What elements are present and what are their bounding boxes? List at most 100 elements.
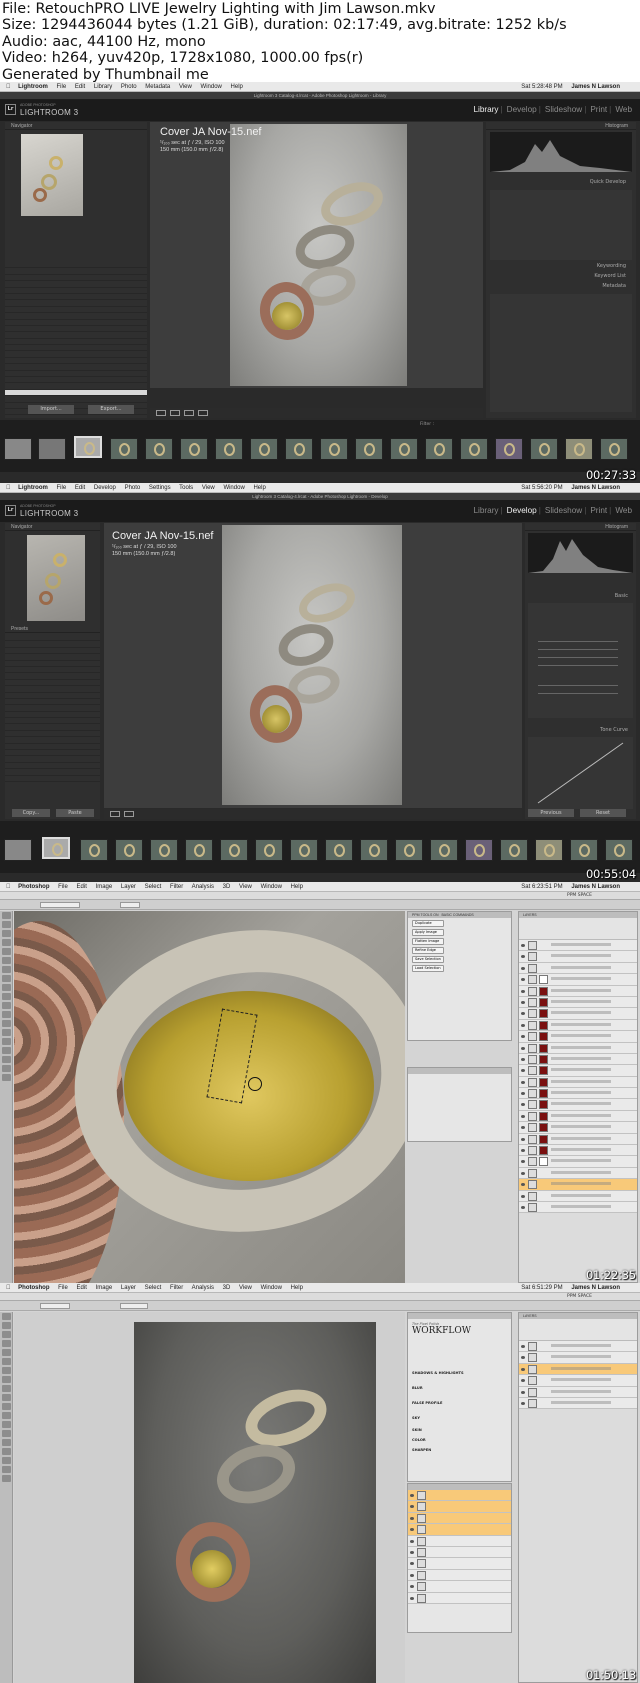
- channel-row[interactable]: [408, 1558, 511, 1570]
- menu-image[interactable]: Image: [96, 1285, 113, 1291]
- layer-row[interactable]: [519, 1167, 637, 1180]
- menu-develop[interactable]: Develop: [94, 485, 116, 491]
- load-selection-button[interactable]: Load Selection: [412, 965, 444, 972]
- layer-row[interactable]: [519, 1110, 637, 1123]
- filmstrip-thumb[interactable]: [80, 839, 108, 861]
- menu-app[interactable]: Photoshop: [18, 884, 49, 890]
- filmstrip-thumb[interactable]: [110, 438, 138, 460]
- export-button[interactable]: Export...: [88, 405, 134, 414]
- jewelry-photo[interactable]: [134, 1322, 376, 1683]
- menu-window[interactable]: Window: [261, 1285, 282, 1291]
- menu-help[interactable]: Help: [231, 84, 243, 90]
- layer-row[interactable]: [519, 1076, 637, 1089]
- filmstrip-thumb[interactable]: [360, 839, 388, 861]
- filmstrip-thumb[interactable]: [530, 438, 558, 460]
- filmstrip-thumb[interactable]: [430, 839, 458, 861]
- apply-image-button[interactable]: Apply Image: [412, 929, 444, 936]
- workspace-label[interactable]: PPM SPACE: [567, 893, 592, 898]
- navigator-preview[interactable]: [21, 134, 83, 216]
- filmstrip-thumb[interactable]: [425, 438, 453, 460]
- layer-row[interactable]: [519, 1190, 637, 1202]
- marquee-tool-icon[interactable]: [2, 1322, 11, 1329]
- module-slideshow[interactable]: Slideshow: [545, 506, 582, 515]
- zoom-tool-icon[interactable]: [2, 1074, 11, 1081]
- module-library[interactable]: Library: [474, 506, 499, 515]
- feather-field[interactable]: [120, 902, 140, 908]
- filmstrip-thumb[interactable]: [320, 438, 348, 460]
- stamp-tool-icon[interactable]: [2, 984, 11, 991]
- copy-button[interactable]: Copy...: [12, 809, 50, 817]
- channel-row-selected[interactable]: [408, 1524, 511, 1536]
- menu-analysis[interactable]: Analysis: [192, 884, 214, 890]
- filmstrip-thumb[interactable]: [495, 438, 523, 460]
- menu-metadata[interactable]: Metadata: [145, 84, 170, 90]
- eraser-tool-icon[interactable]: [2, 1403, 11, 1410]
- menu-app[interactable]: Lightroom: [18, 485, 48, 491]
- menu-3d[interactable]: 3D: [223, 1285, 231, 1291]
- pen-tool-icon[interactable]: [2, 1029, 11, 1036]
- menu-file[interactable]: File: [58, 884, 68, 890]
- quick-select-tool-icon[interactable]: [2, 1340, 11, 1347]
- filmstrip-thumb[interactable]: [115, 839, 143, 861]
- menu-edit[interactable]: Edit: [75, 485, 85, 491]
- filmstrip-thumb[interactable]: [600, 438, 628, 460]
- history-brush-icon[interactable]: [2, 993, 11, 1000]
- jewelry-photo[interactable]: [222, 525, 402, 805]
- filmstrip-thumb[interactable]: [145, 438, 173, 460]
- gradient-tool-icon[interactable]: [2, 1412, 11, 1419]
- filmstrip-thumb[interactable]: [250, 438, 278, 460]
- previous-button[interactable]: Previous: [528, 809, 574, 817]
- flatten-image-button[interactable]: Flatten Image: [412, 938, 444, 945]
- gradient-tool-icon[interactable]: [2, 1011, 11, 1018]
- menu-help[interactable]: Help: [253, 485, 265, 491]
- duplicate-button[interactable]: Duplicate: [412, 920, 444, 927]
- channel-row[interactable]: [408, 1592, 511, 1604]
- survey-view-icon[interactable]: [198, 410, 208, 416]
- compare-view-icon[interactable]: [184, 410, 194, 416]
- layer-row[interactable]: [519, 1019, 637, 1032]
- channel-row-selected[interactable]: [408, 1490, 511, 1502]
- feather-field[interactable]: [40, 1303, 70, 1309]
- layer-row-selected[interactable]: [519, 1363, 637, 1376]
- layer-row[interactable]: [519, 1375, 637, 1387]
- move-tool-icon[interactable]: [2, 912, 11, 919]
- layer-row[interactable]: [519, 1031, 637, 1043]
- channel-row[interactable]: [408, 1569, 511, 1582]
- module-web[interactable]: Web: [615, 105, 632, 114]
- filmstrip-thumb[interactable]: [325, 839, 353, 861]
- zoomed-canvas[interactable]: [14, 911, 405, 1283]
- filmstrip-thumb[interactable]: [4, 839, 32, 861]
- navigator-header[interactable]: Navigator: [5, 122, 147, 130]
- layer-row[interactable]: [519, 951, 637, 963]
- quick-select-tool-icon[interactable]: [2, 939, 11, 946]
- filmstrip-thumb[interactable]: [605, 839, 633, 861]
- filmstrip-thumb[interactable]: [355, 438, 383, 460]
- histogram-header[interactable]: Histogram: [525, 523, 636, 531]
- menu-file[interactable]: File: [58, 1285, 68, 1291]
- history-brush-icon[interactable]: [2, 1394, 11, 1401]
- lasso-tool-icon[interactable]: [2, 930, 11, 937]
- dodge-tool-icon[interactable]: [2, 1421, 11, 1428]
- brush-tool-icon[interactable]: [2, 975, 11, 982]
- menu-settings[interactable]: Settings: [149, 485, 171, 491]
- module-print[interactable]: Print: [590, 506, 607, 515]
- layer-row[interactable]: [519, 1122, 637, 1134]
- menu-window[interactable]: Window: [223, 485, 244, 491]
- menu-library[interactable]: Library: [94, 84, 112, 90]
- filmstrip-thumb[interactable]: [255, 839, 283, 861]
- filmstrip-thumb[interactable]: [390, 438, 418, 460]
- slider-track[interactable]: [538, 685, 618, 686]
- brush-tool-icon[interactable]: [2, 1376, 11, 1383]
- lasso-tool-icon[interactable]: [2, 1331, 11, 1338]
- crop-tool-icon[interactable]: [2, 948, 11, 955]
- menu-edit[interactable]: Edit: [75, 84, 85, 90]
- before-after-icon[interactable]: [124, 811, 134, 817]
- user-name[interactable]: James N Lawson: [571, 1285, 620, 1291]
- layer-row[interactable]: [519, 1088, 637, 1100]
- tab-basic-commands[interactable]: BASIC COMMANDS: [441, 913, 473, 917]
- filmstrip-thumb[interactable]: [215, 438, 243, 460]
- filmstrip-thumb[interactable]: [180, 438, 208, 460]
- module-develop[interactable]: Develop: [507, 506, 537, 515]
- histogram-header[interactable]: Histogram: [486, 122, 636, 130]
- layer-row[interactable]: [519, 1397, 637, 1410]
